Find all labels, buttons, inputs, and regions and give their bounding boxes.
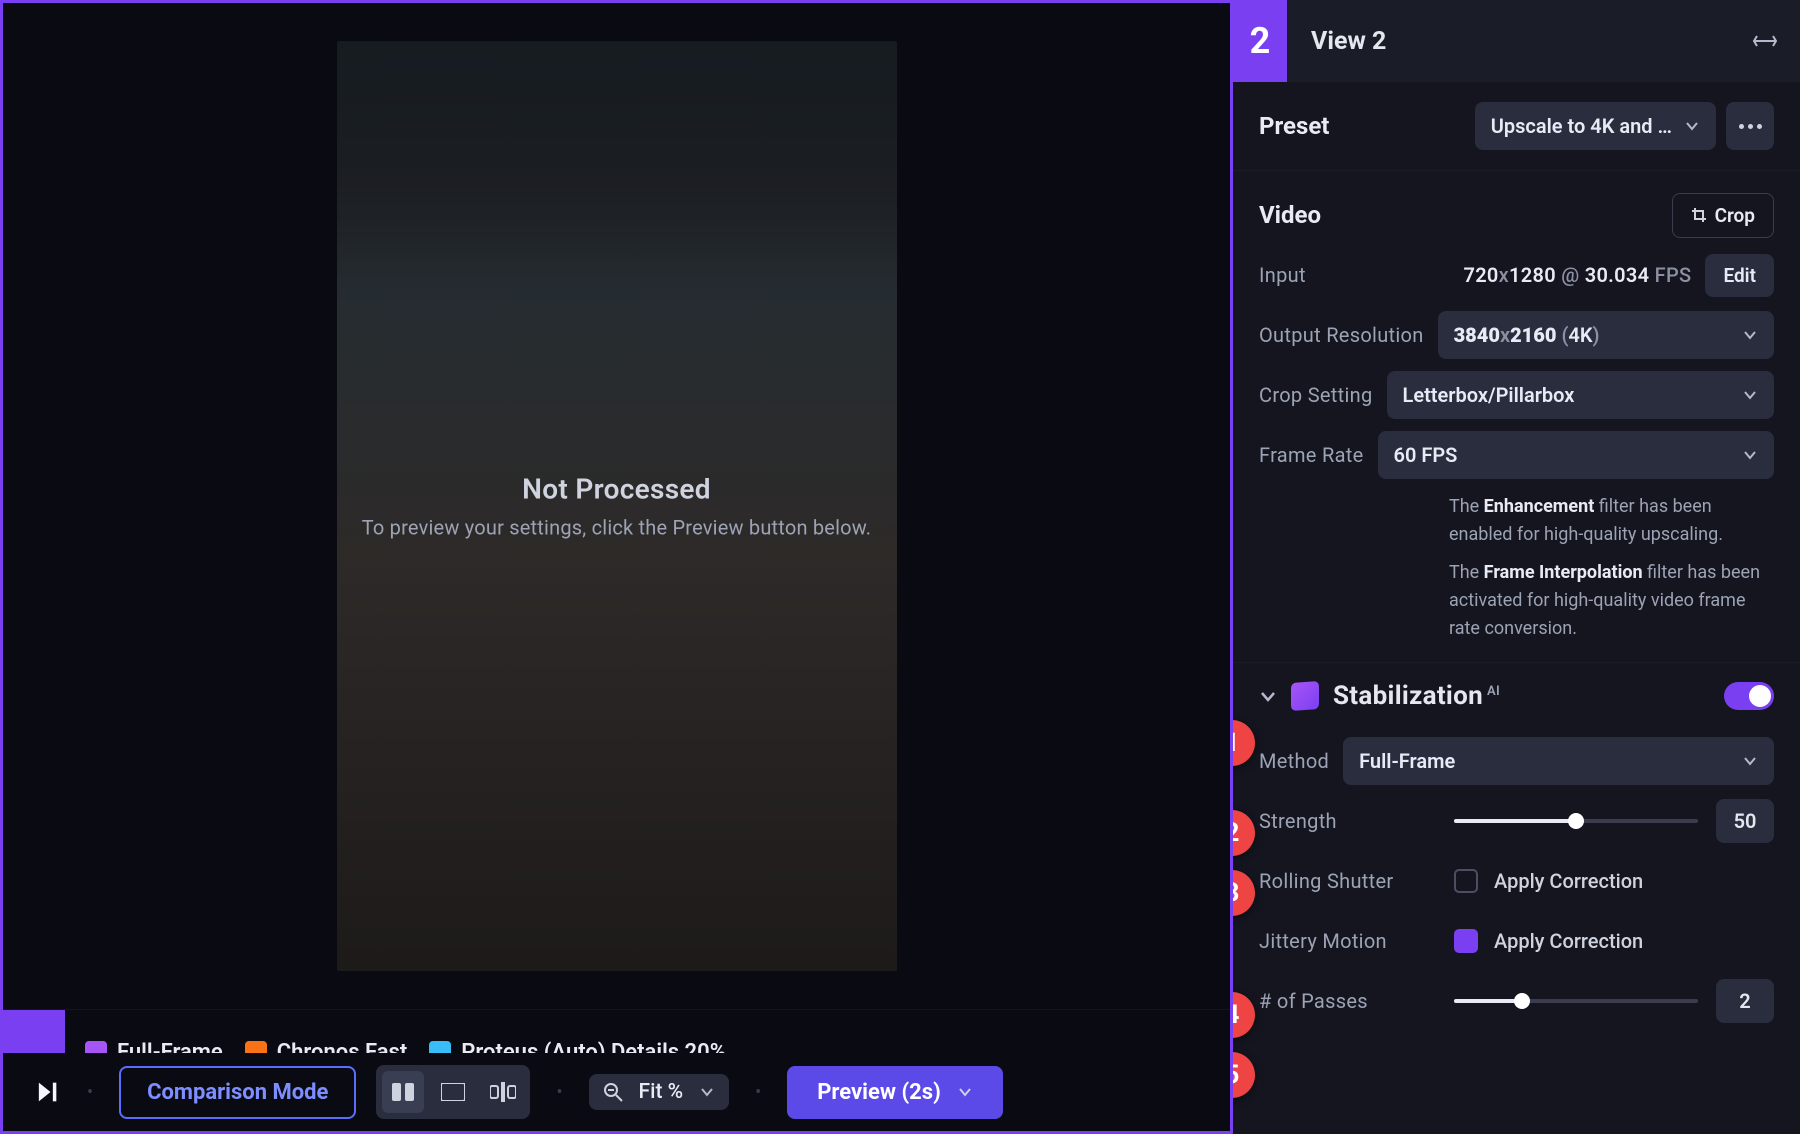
play-next-button[interactable] [33,1078,61,1106]
method-label: Method [1259,749,1329,773]
layout-split-button[interactable] [382,1071,424,1113]
panel-number-badge: 2 [1233,0,1287,82]
play-next-icon [33,1078,61,1106]
output-resolution-label: Output Resolution [1259,323,1424,347]
frame-interp-note: The Frame Interpolation filter has been … [1449,559,1774,643]
passes-slider[interactable] [1454,999,1698,1003]
stabilization-header: StabilizationAI [1233,663,1800,729]
strength-label: Strength [1259,809,1337,833]
enhancement-note: The Enhancement filter has been enabled … [1449,493,1774,549]
viewer-pane: Not Processed To preview your settings, … [0,0,1230,1134]
preset-value: Upscale to 4K and … [1491,114,1672,138]
bottom-toolbar: • Comparison Mode • Fit % • [3,1053,1230,1131]
crop-setting-label: Crop Setting [1259,383,1373,407]
frame-rate-label: Frame Rate [1259,443,1364,467]
separator: • [550,1082,568,1103]
chevron-down-icon [1742,753,1758,769]
video-section: Video Crop Input 720x1280 @ 30.034 FPS E… [1233,171,1800,663]
preset-section: Preset Upscale to 4K and … [1233,82,1800,171]
separator: • [749,1082,767,1103]
edit-input-button[interactable]: Edit [1705,254,1774,297]
rolling-shutter-label: Rolling Shutter [1259,869,1393,893]
chevron-down-icon [1742,387,1758,403]
preview-canvas: Not Processed To preview your settings, … [3,3,1230,1009]
chevron-down-icon [957,1084,973,1100]
jittery-motion-label: Jittery Motion [1259,929,1387,953]
panel-title: View 2 [1287,27,1738,56]
stabilization-toggle[interactable] [1724,682,1774,710]
callout-marker-5: 5 [1230,1052,1255,1098]
layout-button-group [376,1065,530,1119]
zoom-out-icon [603,1082,623,1102]
chevron-down-icon [1684,118,1700,134]
frame-rate-select[interactable]: 60 FPS [1378,431,1774,479]
crop-button[interactable]: Crop [1672,193,1774,238]
single-icon [441,1083,465,1101]
stabilization-section: Method Full-Frame Strength 50 Rolling Sh… [1233,729,1800,1045]
comparison-mode-button[interactable]: Comparison Mode [119,1066,356,1119]
not-processed-subtitle: To preview your settings, click the Prev… [362,516,872,540]
stabilization-icon [1291,681,1319,711]
frame-rate-value: 60 FPS [1394,443,1458,467]
stabilization-title: StabilizationAI [1333,681,1500,711]
input-label: Input [1259,263,1306,287]
preview-button-label: Preview (2s) [817,1080,941,1105]
preset-label: Preset [1259,112,1329,140]
output-resolution-select[interactable]: 3840x2160 (4K) [1438,311,1774,359]
layout-single-button[interactable] [432,1071,474,1113]
not-processed-title: Not Processed [362,473,872,506]
settings-panel: 2 View 2 Preset Upscale to 4K and … [1230,0,1800,1134]
jittery-motion-checkbox[interactable] [1454,929,1478,953]
video-title: Video [1259,201,1321,229]
zoom-label: Fit % [633,1080,690,1104]
crop-setting-select[interactable]: Letterbox/Pillarbox [1387,371,1774,419]
method-value: Full-Frame [1359,749,1455,773]
passes-label: # of Passes [1259,989,1368,1013]
method-select[interactable]: Full-Frame [1343,737,1774,785]
chevron-down-icon[interactable] [1259,687,1277,705]
chevron-down-icon [699,1084,715,1100]
crop-icon [1691,207,1707,223]
split-icon [392,1083,414,1101]
panel-header: 2 View 2 [1233,0,1800,82]
not-processed-message: Not Processed To preview your settings, … [362,473,872,540]
zoom-control[interactable]: Fit % [589,1074,730,1110]
rolling-shutter-cb-label: Apply Correction [1494,869,1643,893]
layout-compare-button[interactable] [482,1071,524,1113]
strength-slider[interactable] [1454,819,1698,823]
passes-value[interactable]: 2 [1716,979,1774,1023]
jittery-motion-cb-label: Apply Correction [1494,929,1643,953]
separator: • [81,1082,99,1103]
crop-setting-value: Letterbox/Pillarbox [1403,383,1575,407]
app-root: Not Processed To preview your settings, … [0,0,1800,1134]
rolling-shutter-checkbox[interactable] [1454,869,1478,893]
preview-button[interactable]: Preview (2s) [787,1066,1003,1119]
chevron-down-icon [1742,447,1758,463]
compare-icon [490,1082,516,1102]
strength-value[interactable]: 50 [1716,799,1774,843]
output-resolution-value: 3840x2160 (4K) [1454,323,1600,347]
preset-select[interactable]: Upscale to 4K and … [1475,102,1716,150]
chevron-down-icon [1742,327,1758,343]
arrows-horizontal-icon [1752,32,1778,50]
expand-horizontal-button[interactable] [1738,14,1792,68]
input-resolution: 720x1280 @ 30.034 FPS [1463,263,1691,287]
preset-more-button[interactable] [1726,102,1774,150]
